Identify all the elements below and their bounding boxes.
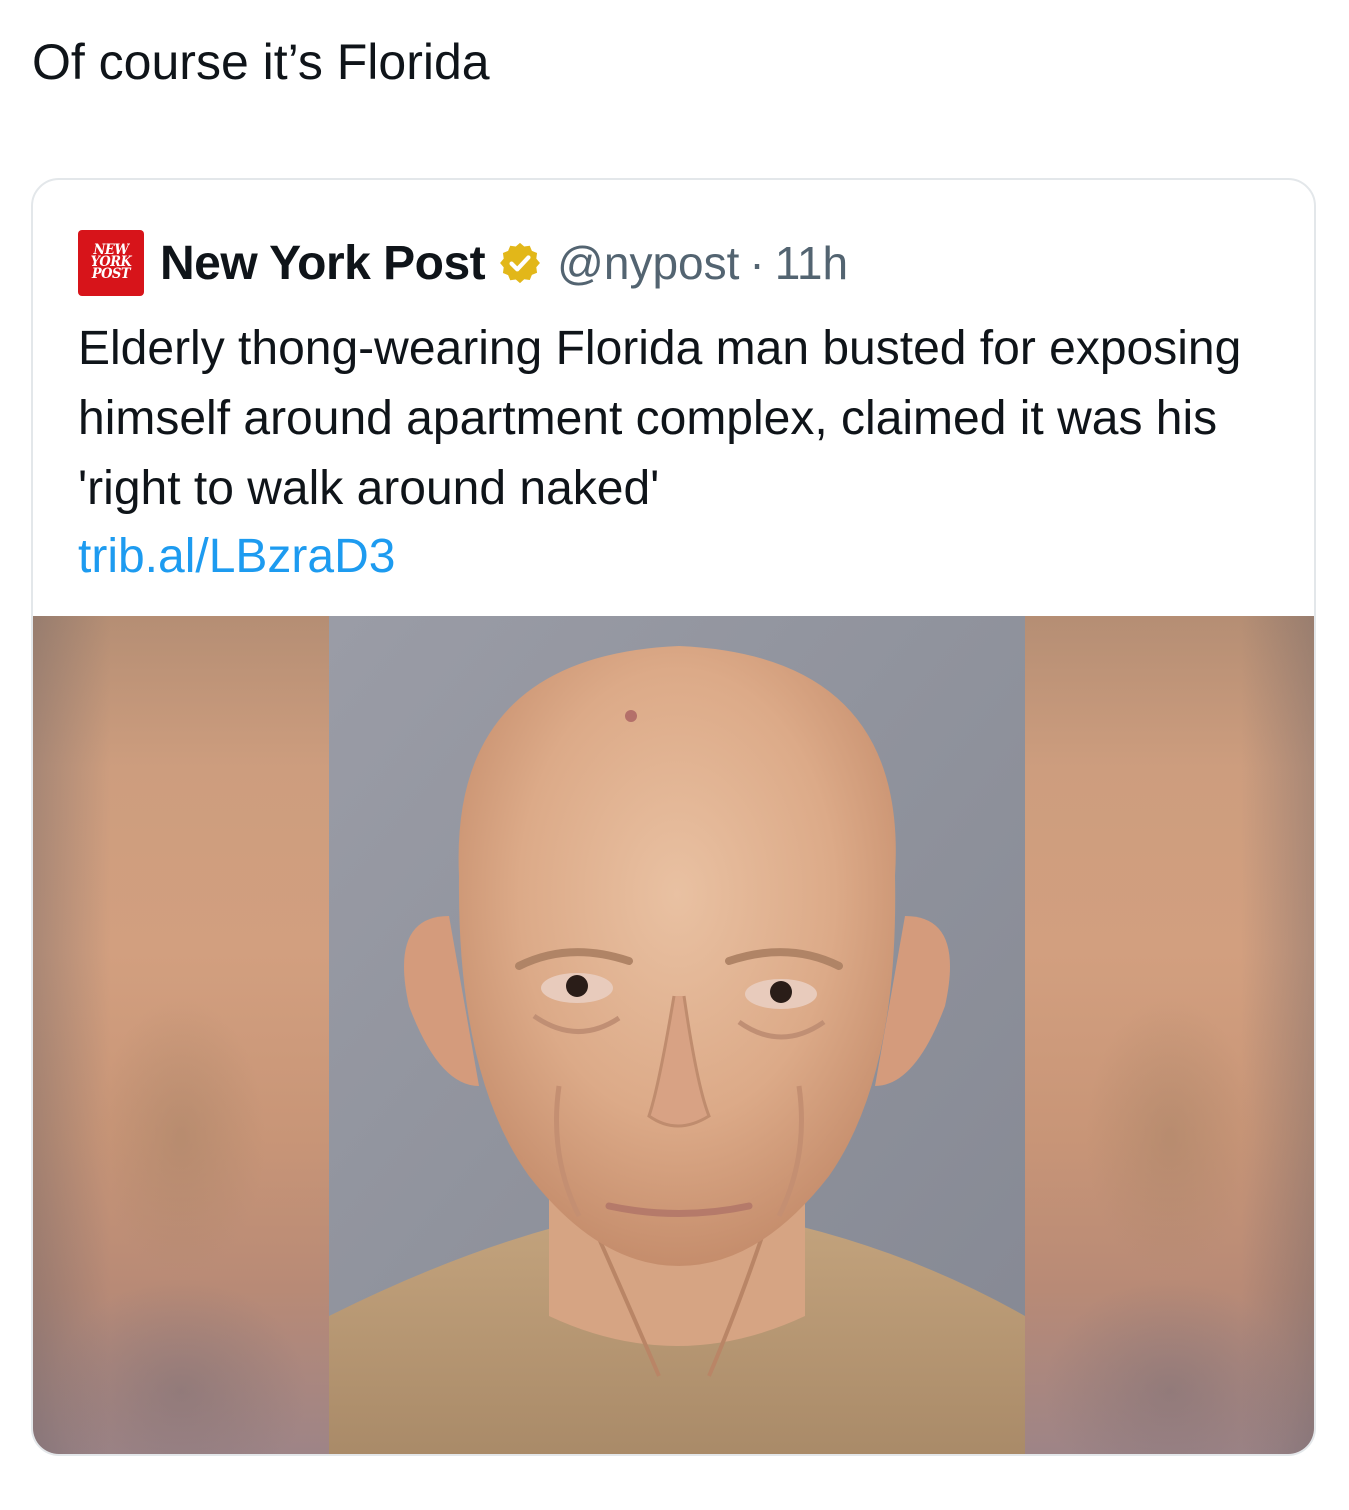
quoted-tweet-text: Elderly thong-wearing Florida man busted…	[78, 322, 1242, 515]
logo-line-3: POST	[91, 266, 131, 283]
blurred-background-left	[33, 616, 329, 1454]
user-handle[interactable]: @nypost	[557, 236, 739, 290]
verified-badge-icon	[500, 242, 541, 284]
blurred-background-right	[1022, 616, 1314, 1454]
post-text: Of course it’s Florida	[32, 34, 490, 90]
display-name[interactable]: New York Post	[160, 236, 486, 291]
tweet-media-image[interactable]	[33, 616, 1314, 1454]
quoted-tweet-header: NEW YORK POST New York Post @nypost · 11…	[78, 230, 848, 296]
article-link[interactable]: trib.al/LBzraD3	[78, 526, 395, 588]
quoted-tweet-card[interactable]: NEW YORK POST New York Post @nypost · 11…	[31, 178, 1316, 1456]
nypost-avatar[interactable]: NEW YORK POST	[78, 230, 144, 296]
separator-dot: ·	[749, 237, 765, 289]
timestamp[interactable]: 11h	[775, 236, 848, 290]
mugshot-photo	[329, 616, 1025, 1454]
